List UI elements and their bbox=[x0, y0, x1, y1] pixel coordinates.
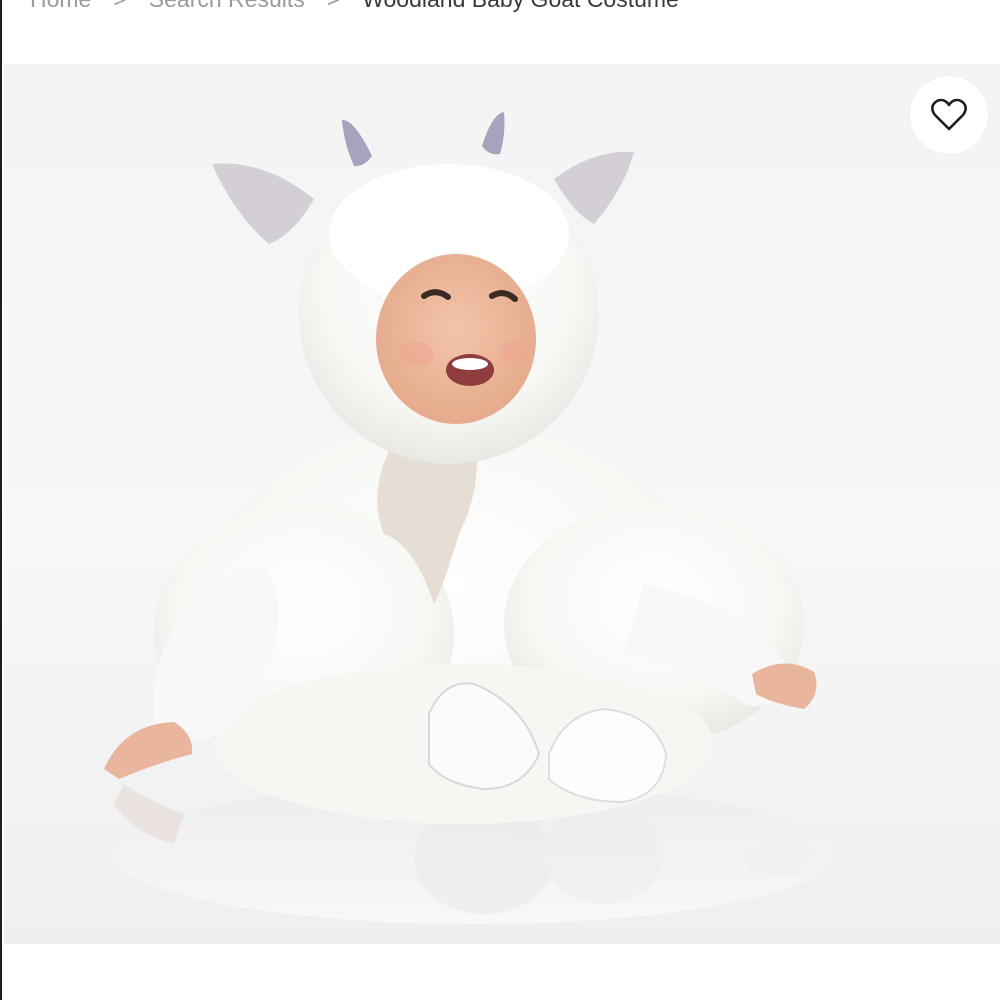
heart-outline-icon bbox=[931, 98, 967, 131]
wishlist-button[interactable] bbox=[910, 76, 988, 154]
breadcrumb-current-page: Woodland Baby Goat Costume bbox=[362, 0, 679, 13]
breadcrumb: Home > Search Results > Woodland Baby Go… bbox=[30, 0, 679, 14]
product-page: Home > Search Results > Woodland Baby Go… bbox=[0, 0, 1000, 1000]
product-details-area bbox=[2, 944, 1000, 1000]
product-image[interactable] bbox=[4, 64, 1000, 944]
breadcrumb-separator: > bbox=[327, 0, 340, 13]
baby-goat-costume-photo bbox=[104, 112, 834, 924]
breadcrumb-home-link[interactable]: Home bbox=[30, 0, 91, 13]
breadcrumb-search-results-link[interactable]: Search Results bbox=[149, 0, 305, 13]
breadcrumb-separator: > bbox=[113, 0, 126, 13]
